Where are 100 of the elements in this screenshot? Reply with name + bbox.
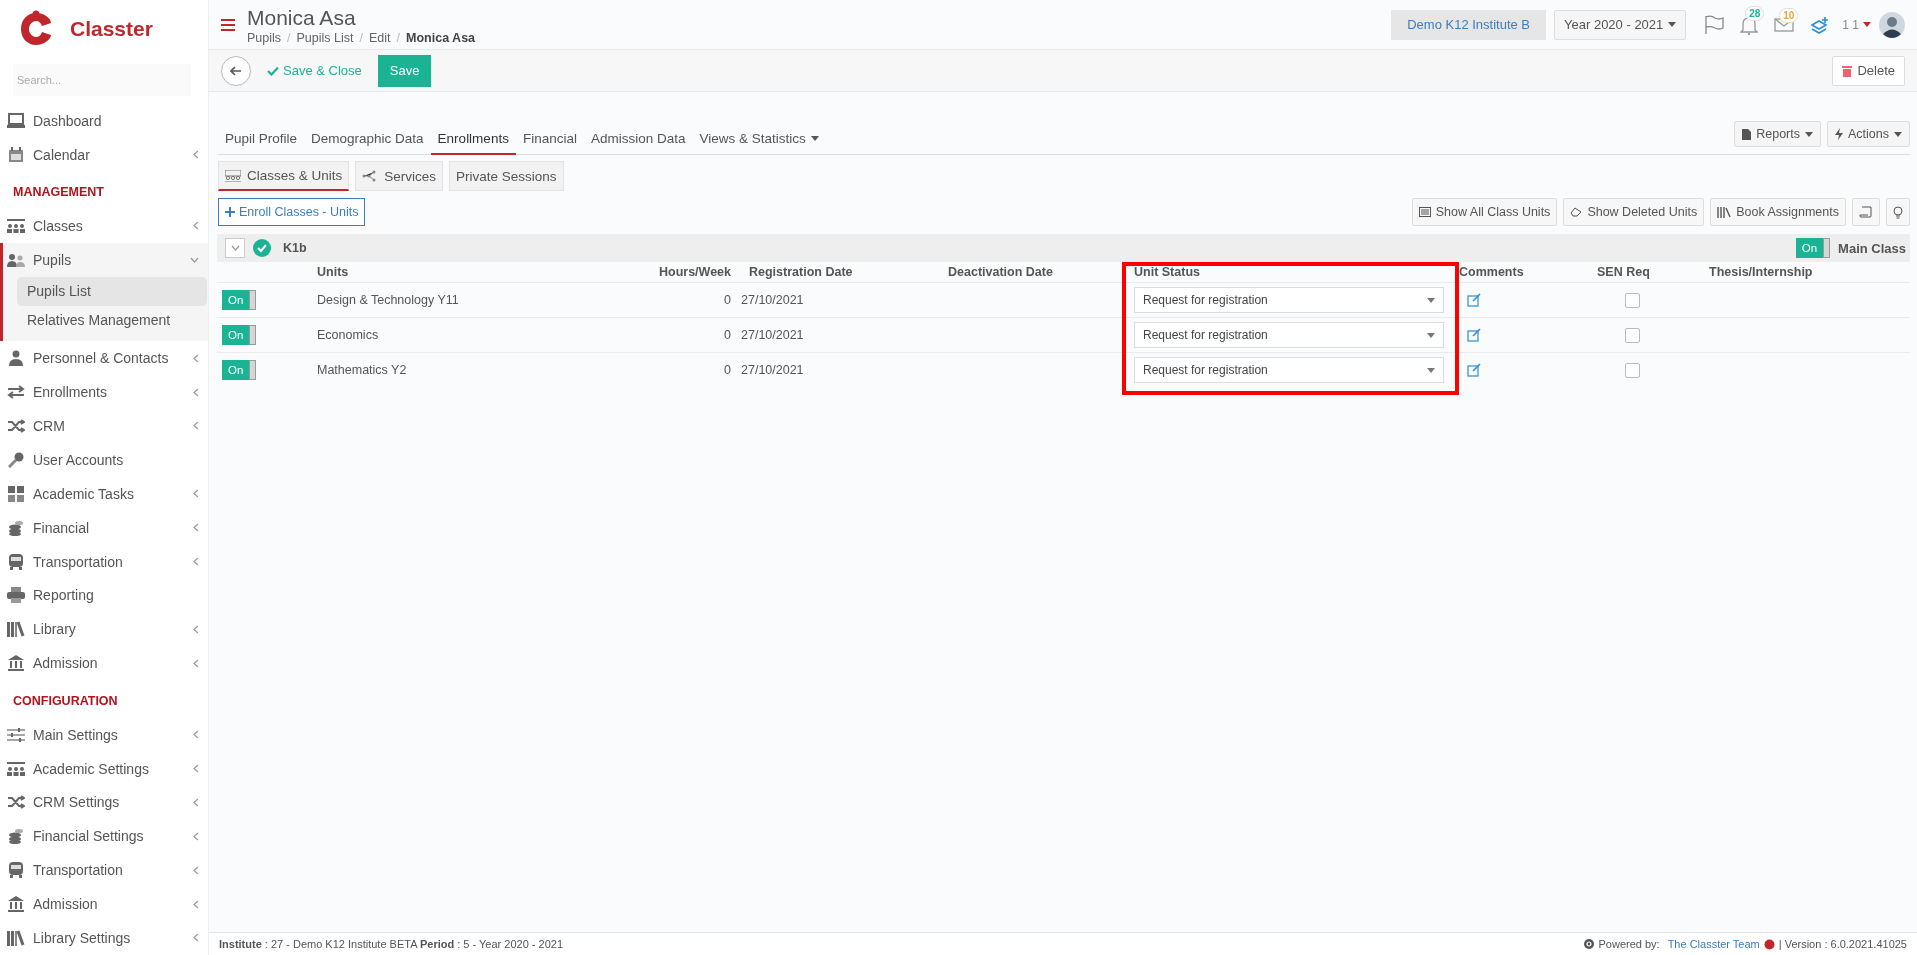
caret-icon: [810, 135, 819, 141]
caret-icon: [1805, 131, 1813, 137]
tab[interactable]: Views & Statistics: [692, 123, 826, 155]
sidebar-item[interactable]: Library Settings: [0, 921, 208, 955]
tab[interactable]: Admission Data: [583, 123, 693, 155]
sidebar-item[interactable]: Pupils: [3, 242, 208, 278]
delete-button[interactable]: Delete: [1832, 55, 1905, 86]
chevron-left-icon: [193, 933, 199, 943]
count-badge: 28: [1745, 5, 1765, 21]
sidebar-item[interactable]: Transportation: [0, 544, 208, 579]
people-icon: [7, 253, 25, 268]
flag-icon: [1704, 14, 1725, 35]
key-icon: [8, 451, 24, 468]
sidebar-item[interactable]: Academic Settings: [0, 751, 208, 786]
sub-tab[interactable]: Classes & Units: [218, 161, 350, 191]
sidebar-item[interactable]: Main Settings: [0, 717, 208, 752]
breadcrumb-link[interactable]: Pupils List: [296, 30, 354, 45]
list-action-button[interactable]: Show All Class Units: [1411, 198, 1558, 226]
coins-icon: [8, 519, 24, 536]
sidebar-item[interactable]: Enrollments: [0, 375, 208, 410]
status-dropdown[interactable]: Request for registration: [1134, 287, 1444, 313]
coins-icon: [8, 828, 24, 845]
search-field[interactable]: Search...: [13, 64, 191, 96]
collapse-button[interactable]: [225, 238, 245, 258]
chevron-left-icon: [193, 797, 199, 807]
chevron-left-icon: [193, 624, 199, 634]
sidebar-item[interactable]: User Accounts: [0, 442, 208, 477]
chevron-left-icon: [193, 421, 199, 431]
breadcrumb-separator: /: [359, 30, 363, 45]
sidebar-item[interactable]: Financial: [0, 510, 208, 545]
chevron-left-icon: [193, 489, 199, 499]
caret-icon: [1894, 131, 1902, 137]
sidebar-item[interactable]: Calendar: [0, 137, 208, 172]
sidebar-item[interactable]: Financial Settings: [0, 819, 208, 854]
edit-icon: [1467, 328, 1481, 342]
list-icon: [1418, 207, 1431, 217]
checkbox[interactable]: [1625, 362, 1640, 378]
institute-button[interactable]: Demo K12 Institute B: [1391, 9, 1547, 40]
checkbox[interactable]: [1625, 292, 1640, 308]
arrows-icon: [7, 385, 25, 400]
sidebar-item[interactable]: Library: [0, 612, 208, 647]
sidebar-item[interactable]: Academic Tasks: [0, 476, 208, 511]
version-text: | Version : 6.0.2021.41025: [1778, 938, 1907, 950]
class-name: K1b: [283, 241, 308, 255]
grid-icon: [8, 485, 24, 502]
tab[interactable]: Financial: [515, 123, 584, 155]
copyright-icon: [1584, 939, 1595, 949]
sidebar-subitem[interactable]: Pupils List: [17, 277, 207, 307]
chevron-down-icon: [230, 245, 240, 251]
back-button[interactable]: [221, 55, 251, 86]
registration-date: 27/10/2021: [741, 363, 804, 377]
tab[interactable]: Pupil Profile: [218, 123, 305, 155]
trash-icon: [1842, 64, 1853, 77]
chevron-left-icon: [193, 150, 199, 159]
sidebar-item[interactable]: Transportation: [0, 853, 208, 888]
scroll-button[interactable]: [1852, 198, 1880, 226]
reports-dropdown[interactable]: Reports: [1734, 121, 1821, 147]
sub-tab[interactable]: Services: [355, 161, 444, 191]
tab[interactable]: Demographic Data: [304, 123, 431, 155]
actions-dropdown[interactable]: Actions: [1827, 121, 1910, 147]
status-dropdown[interactable]: Request for registration: [1134, 322, 1444, 348]
sidebar-item[interactable]: CRM: [0, 409, 208, 443]
main-class-label: Main Class: [1838, 240, 1906, 256]
column-header: Registration Date: [749, 265, 853, 279]
sidebar-item[interactable]: CRM Settings: [0, 785, 208, 820]
sidebar-subitem[interactable]: Relatives Management: [17, 306, 207, 336]
check-circle-icon: [253, 239, 271, 257]
sub-tab[interactable]: Private Sessions: [449, 161, 564, 191]
section-heading: CONFIGURATION: [13, 693, 118, 708]
chevron-left-icon: [193, 387, 199, 397]
sidebar-item[interactable]: Classes: [0, 209, 208, 243]
year-dropdown[interactable]: Year 2020 - 2021: [1554, 9, 1687, 40]
checkbox[interactable]: [1625, 327, 1640, 343]
caret-icon: [1427, 332, 1435, 338]
breadcrumb-link[interactable]: Edit: [369, 30, 391, 45]
chevron-left-icon: [193, 221, 199, 231]
team-link[interactable]: The Classter Team: [1667, 938, 1760, 950]
lightbulb-button[interactable]: [1886, 198, 1910, 226]
edit-icon: [1467, 363, 1481, 377]
sidebar-item[interactable]: Dashboard: [0, 103, 208, 138]
chevron-left-icon: [193, 730, 199, 740]
edit-icon: [1467, 293, 1481, 307]
people-icon: [7, 760, 25, 777]
tab[interactable]: Enrollments: [430, 123, 516, 155]
status-dropdown[interactable]: Request for registration: [1134, 357, 1444, 383]
sidebar-item[interactable]: Personnel & Contacts: [0, 341, 208, 376]
eraser-icon: [1570, 207, 1583, 217]
sidebar-item[interactable]: Reporting: [0, 578, 208, 613]
caret-icon: [1668, 22, 1677, 27]
breadcrumb-link[interactable]: Pupils: [247, 30, 282, 45]
list-action-button[interactable]: Book Assignments: [1710, 198, 1846, 226]
list-action-button[interactable]: Show Deleted Units: [1563, 198, 1705, 226]
sidebar-item[interactable]: Admission: [0, 646, 208, 681]
hours-value: 0: [724, 328, 731, 342]
sidebar-item[interactable]: Admission: [0, 887, 208, 922]
unit-name: Design & Technology Y11: [317, 293, 459, 307]
people-icon: [7, 217, 25, 234]
enroll-button[interactable]: Enroll Classes - Units: [218, 198, 366, 226]
unit-name: Mathematics Y2: [317, 363, 407, 377]
printer-icon: [7, 587, 25, 604]
